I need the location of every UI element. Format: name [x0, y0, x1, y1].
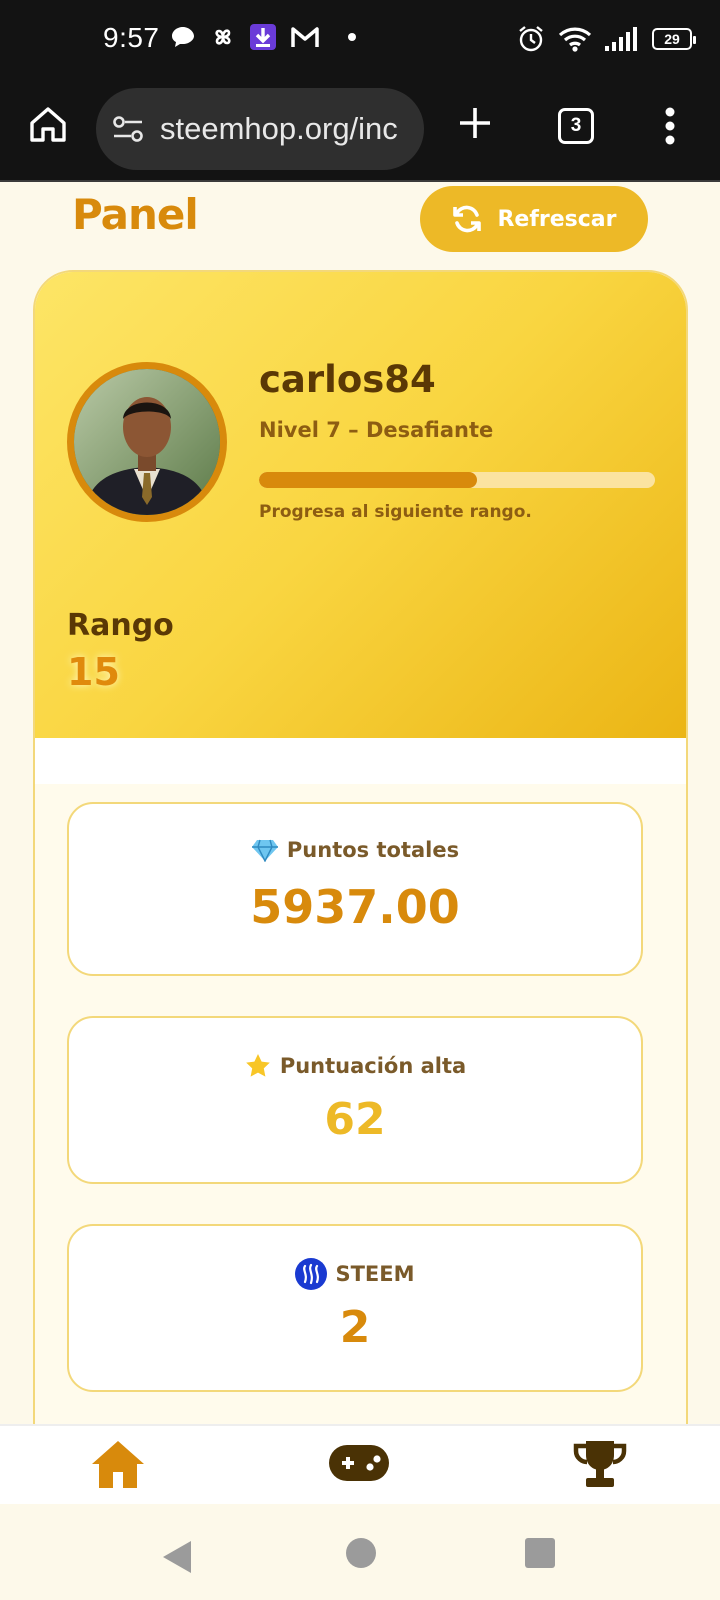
stat-label: Puntos totales [286, 838, 460, 862]
level-progress-fill [259, 472, 477, 488]
stat-value-high-score: 62 [324, 1094, 386, 1145]
rank-label: Rango [67, 608, 174, 643]
download-icon [250, 24, 276, 50]
gmail-icon [291, 27, 319, 47]
stat-title-total-points: Puntos totales [69, 838, 641, 862]
profile-hero: carlos84 Nivel 7 – Desafiante Progresa a… [35, 272, 686, 738]
site-settings-icon[interactable] [112, 114, 144, 144]
overflow-menu-icon[interactable] [664, 106, 676, 146]
refresh-button[interactable]: Refrescar [420, 186, 648, 252]
progress-hint: Progresa al siguiente rango. [259, 502, 532, 522]
browser-home-icon[interactable] [28, 104, 68, 144]
stat-high-score: Puntuación alta 62 [67, 1016, 643, 1184]
rank-value: 15 [67, 650, 120, 694]
avatar-photo [74, 369, 220, 515]
username: carlos84 [259, 358, 436, 401]
new-tab-icon[interactable] [456, 104, 494, 142]
browser-toolbar: steemhop.org/inc 3 [0, 80, 720, 182]
stat-value-total-points: 5937.00 [250, 880, 460, 934]
tab-switcher-button[interactable]: 3 [558, 108, 594, 144]
star-icon [246, 1054, 270, 1077]
home-icon[interactable] [90, 1438, 146, 1490]
system-status-icons: 29 [516, 24, 696, 54]
system-home-button[interactable] [346, 1538, 376, 1568]
pinwheel-icon [215, 29, 231, 45]
avatar[interactable] [67, 362, 227, 522]
diamond-icon [251, 839, 278, 862]
page-title: Panel [72, 190, 199, 239]
refresh-label: Refrescar [497, 206, 617, 232]
status-bar: 9:57 29 [0, 0, 720, 80]
battery-level: 29 [664, 31, 680, 47]
url-text[interactable]: steemhop.org/inc [160, 111, 398, 147]
bottom-navigation [0, 1424, 720, 1504]
trophy-icon[interactable] [572, 1438, 628, 1490]
stat-title-high-score: Puntuación alta [69, 1052, 641, 1080]
tab-count: 3 [570, 115, 582, 136]
back-icon[interactable] [162, 1540, 192, 1574]
status-time: 9:57 [103, 22, 160, 53]
battery-icon: 29 [652, 28, 696, 50]
address-bar[interactable]: steemhop.org/inc [96, 88, 424, 170]
profile-card: carlos84 Nivel 7 – Desafiante Progresa a… [33, 270, 688, 1430]
card-divider-band [35, 738, 686, 784]
stat-title-steem: STEEM [69, 1258, 641, 1290]
level-label: Nivel 7 – Desafiante [259, 418, 494, 442]
dot-icon [348, 33, 356, 41]
notification-icons [170, 24, 362, 50]
chat-bubble-icon [172, 27, 194, 47]
recent-apps-button[interactable] [525, 1538, 555, 1568]
stat-total-points: Puntos totales 5937.00 [67, 802, 643, 976]
signal-icon [605, 27, 637, 51]
refresh-icon [453, 205, 482, 233]
stat-steem: STEEM 2 [67, 1224, 643, 1392]
stat-label: STEEM [335, 1262, 415, 1286]
stat-value-steem: 2 [339, 1302, 371, 1353]
steem-icon [295, 1258, 328, 1290]
alarm-icon [519, 26, 543, 52]
stat-label: Puntuación alta [279, 1054, 467, 1078]
system-navigation-bar [0, 1504, 720, 1600]
level-progress-bar [259, 472, 655, 488]
wifi-icon [558, 27, 592, 52]
gamepad-icon[interactable] [328, 1444, 390, 1482]
